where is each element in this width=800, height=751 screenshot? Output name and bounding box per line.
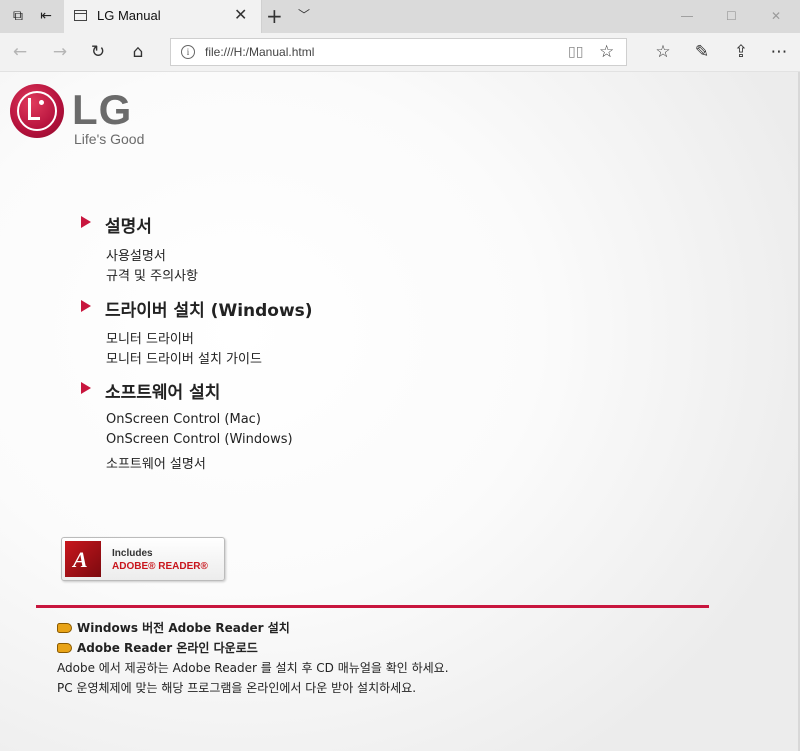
info-icon[interactable]: i — [181, 45, 195, 59]
favorite-star-icon[interactable]: ☆ — [599, 42, 614, 62]
pointing-hand-icon — [57, 642, 72, 653]
section-title: 드라이버 설치 (Windows) — [105, 301, 313, 321]
address-bar[interactable]: i file:///H:/Manual.html ▯▯ ☆ — [170, 38, 627, 66]
share-icon[interactable]: ⇪ — [731, 42, 751, 62]
page-content: LG Life's Good 설명서 사용설명서 규격 및 주의사항 드라이버 … — [0, 72, 800, 751]
url-text[interactable]: file:///H:/Manual.html — [205, 45, 314, 59]
section-arrow-icon — [81, 216, 91, 228]
tab-title: LG Manual — [97, 8, 161, 23]
link-download-adobe-reader-online[interactable]: Adobe Reader 온라인 다운로드 — [57, 639, 258, 656]
link-onscreen-control-mac[interactable]: OnScreen Control (Mac) — [106, 412, 261, 427]
navigation-bar: ← → ↻ ⌂ i file:///H:/Manual.html ▯▯ ☆ ☆ … — [0, 33, 800, 72]
close-tab-icon[interactable]: ✕ — [234, 5, 247, 25]
footer-link-label: Windows 버전 Adobe Reader 설치 — [77, 621, 290, 635]
minimize-icon[interactable]: ― — [681, 9, 693, 23]
window-close-icon[interactable]: ✕ — [771, 9, 781, 23]
adobe-reader-badge[interactable]: A Includes ADOBE® READER® — [61, 537, 225, 581]
link-install-adobe-reader-windows[interactable]: Windows 버전 Adobe Reader 설치 — [57, 619, 290, 636]
more-icon[interactable]: ⋯ — [769, 42, 789, 62]
footer-link-label: Adobe Reader 온라인 다운로드 — [77, 641, 258, 655]
adobe-reader-icon: A — [65, 541, 101, 577]
link-monitor-driver[interactable]: 모니터 드라이버 — [106, 328, 194, 347]
link-user-manual[interactable]: 사용설명서 — [106, 245, 166, 264]
adobe-badge-line1: Includes — [112, 548, 153, 559]
pointing-hand-icon — [57, 622, 72, 633]
page-icon — [74, 10, 87, 21]
link-driver-install-guide[interactable]: 모니터 드라이버 설치 가이드 — [106, 348, 262, 367]
set-tabs-aside-icon[interactable]: ⇤ — [38, 8, 54, 24]
new-tab-icon[interactable]: + — [266, 4, 283, 28]
maximize-icon[interactable]: ☐ — [726, 9, 737, 23]
footer-info-text-2: PC 운영체제에 맞는 해당 프로그램을 온라인에서 다운 받아 설치하세요. — [57, 681, 417, 695]
favorites-list-icon[interactable]: ☆ — [653, 42, 673, 62]
section-arrow-icon — [81, 300, 91, 312]
lg-slogan: Life's Good — [74, 131, 145, 147]
home-icon[interactable]: ⌂ — [128, 42, 148, 62]
forward-icon[interactable]: → — [50, 42, 70, 62]
chevron-down-icon[interactable]: ﹀ — [298, 6, 310, 23]
divider — [36, 605, 709, 608]
title-bar: ⧉ ⇤ LG Manual ✕ + ﹀ ― ☐ ✕ — [0, 0, 800, 33]
pen-icon[interactable]: ✎ — [692, 42, 712, 62]
refresh-icon[interactable]: ↻ — [88, 42, 108, 62]
section-title: 설명서 — [105, 217, 152, 237]
lg-logo-mark — [10, 84, 64, 138]
tab-actions-icon[interactable]: ⧉ — [10, 8, 26, 24]
section-arrow-icon — [81, 382, 91, 394]
back-icon[interactable]: ← — [10, 42, 30, 62]
footer-info-text-1: Adobe 에서 제공하는 Adobe Reader 를 설치 후 CD 매뉴얼… — [57, 661, 449, 675]
link-specifications[interactable]: 규격 및 주의사항 — [106, 265, 198, 284]
link-software-manual[interactable]: 소프트웨어 설명서 — [106, 453, 206, 472]
lg-logo-text: LG — [72, 86, 133, 133]
adobe-badge-line2: ADOBE® READER® — [112, 561, 208, 572]
tab-lg-manual[interactable]: LG Manual ✕ — [64, 0, 262, 33]
reading-view-icon[interactable]: ▯▯ — [568, 44, 583, 60]
section-title: 소프트웨어 설치 — [105, 383, 221, 403]
link-onscreen-control-windows[interactable]: OnScreen Control (Windows) — [106, 432, 293, 447]
